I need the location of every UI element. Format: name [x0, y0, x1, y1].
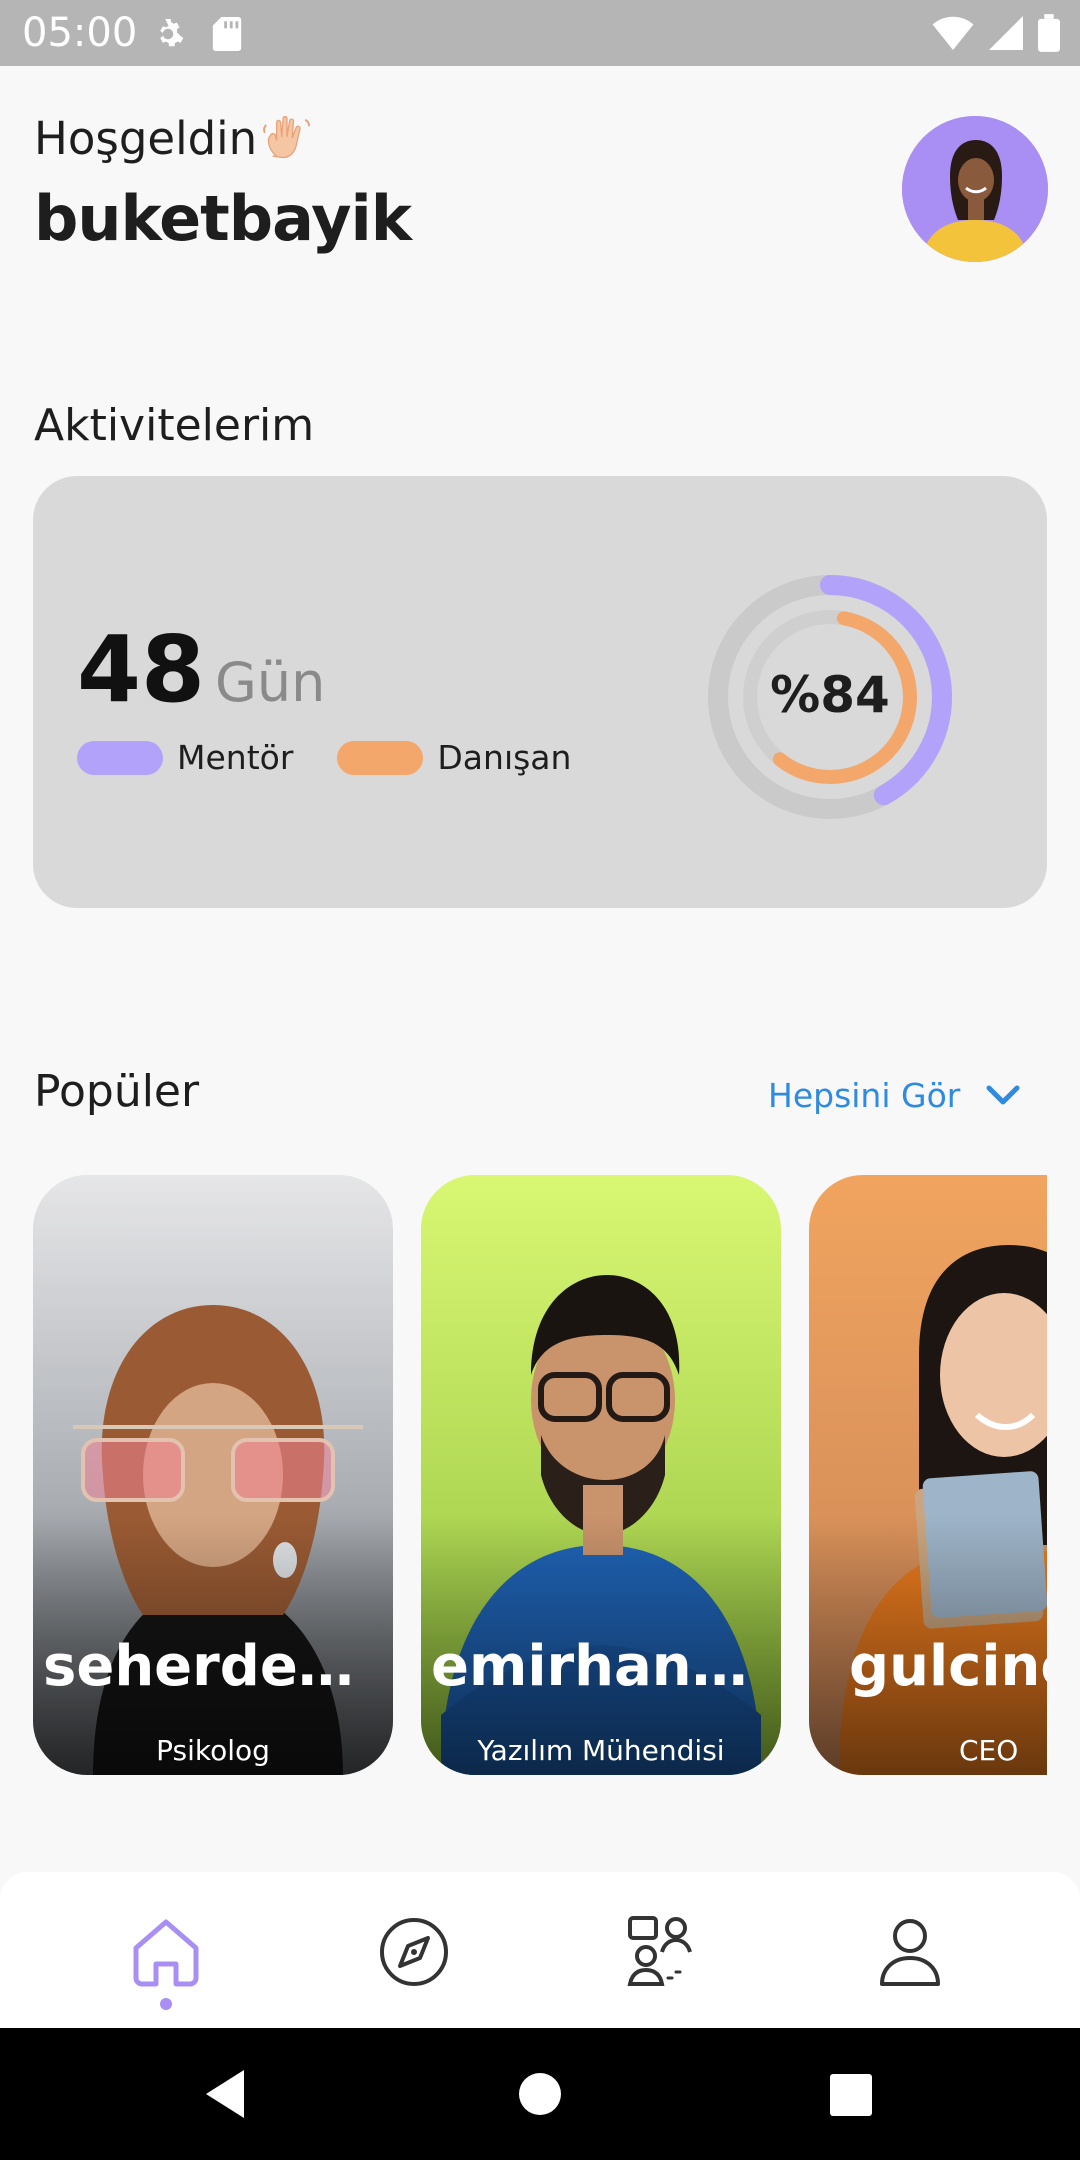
- activity-legend: Mentör Danışan: [77, 738, 615, 777]
- profile-role: Yazılım Mühendisi: [477, 1734, 725, 1767]
- profile-role: CEO: [959, 1734, 1019, 1767]
- wifi-icon: [932, 16, 974, 55]
- status-time: 05:00: [22, 10, 138, 56]
- greeting-label: Hoşgeldin: [34, 112, 258, 165]
- activity-gauge: %84: [705, 572, 955, 822]
- legend-label-mentor: Mentör: [177, 738, 294, 777]
- profile-role: Psikolog: [156, 1734, 270, 1767]
- see-all-link[interactable]: Hepsini Gör: [768, 1076, 1020, 1115]
- days-value: 48: [77, 616, 206, 723]
- nav-profile[interactable]: [870, 1912, 950, 1992]
- nav-mentors[interactable]: [624, 1912, 704, 1992]
- greeting-text: Hoşgeldin: [34, 112, 313, 175]
- nav-home[interactable]: [126, 1912, 206, 1992]
- profile-card-emirhanyil[interactable]: emirhanyil... Yazılım Mühendisi: [421, 1175, 781, 1775]
- legend-swatch-mentee: [337, 740, 424, 775]
- chevron-down-icon: [986, 1076, 1020, 1115]
- see-all-label: Hepsini Gör: [768, 1076, 961, 1115]
- bottom-navigation: [0, 1872, 1080, 2028]
- back-icon[interactable]: [200, 2066, 248, 2127]
- gauge-percent-label: %84: [770, 666, 890, 724]
- profile-card-seherdemir[interactable]: seherdemir Psikolog: [33, 1175, 393, 1775]
- settings-icon: [150, 16, 186, 57]
- recents-icon[interactable]: [830, 2074, 872, 2121]
- active-indicator-dot: [160, 1998, 172, 2010]
- username: buketbayik: [34, 182, 412, 255]
- mentors-icon: [627, 1916, 692, 1986]
- profile-name: seherdemir: [43, 1634, 393, 1699]
- legend-swatch-mentor: [77, 740, 163, 775]
- system-navigation-bar: [0, 2028, 1080, 2160]
- activities-title: Aktivitelerim: [34, 400, 315, 451]
- profile-name: gulcino: [849, 1634, 1047, 1699]
- popular-carousel[interactable]: seherdemir Psikolog emirhanyil... Yazılı…: [33, 1175, 1047, 1775]
- profile-icon: [880, 1919, 940, 1986]
- popular-title: Popüler: [34, 1066, 200, 1117]
- nav-explore[interactable]: [374, 1912, 454, 1992]
- battery-icon: [1038, 14, 1060, 57]
- profile-card-gulcino[interactable]: gulcino CEO: [809, 1175, 1047, 1775]
- days-counter: 48 Gün: [77, 616, 325, 723]
- user-avatar[interactable]: [902, 116, 1048, 262]
- waving-hand-icon: [261, 112, 313, 175]
- legend-label-mentee: Danışan: [437, 738, 572, 777]
- status-bar: 05:00: [0, 0, 1080, 66]
- home-icon: [133, 1919, 199, 1987]
- days-unit: Gün: [215, 651, 326, 714]
- signal-icon: [988, 16, 1024, 55]
- home-circle-icon[interactable]: [518, 2072, 562, 2121]
- profile-name: emirhanyil...: [431, 1634, 781, 1699]
- activity-card[interactable]: 48 Gün Mentör Danışan %84: [33, 476, 1047, 908]
- compass-icon: [380, 1918, 448, 1986]
- sd-card-icon: [212, 17, 242, 56]
